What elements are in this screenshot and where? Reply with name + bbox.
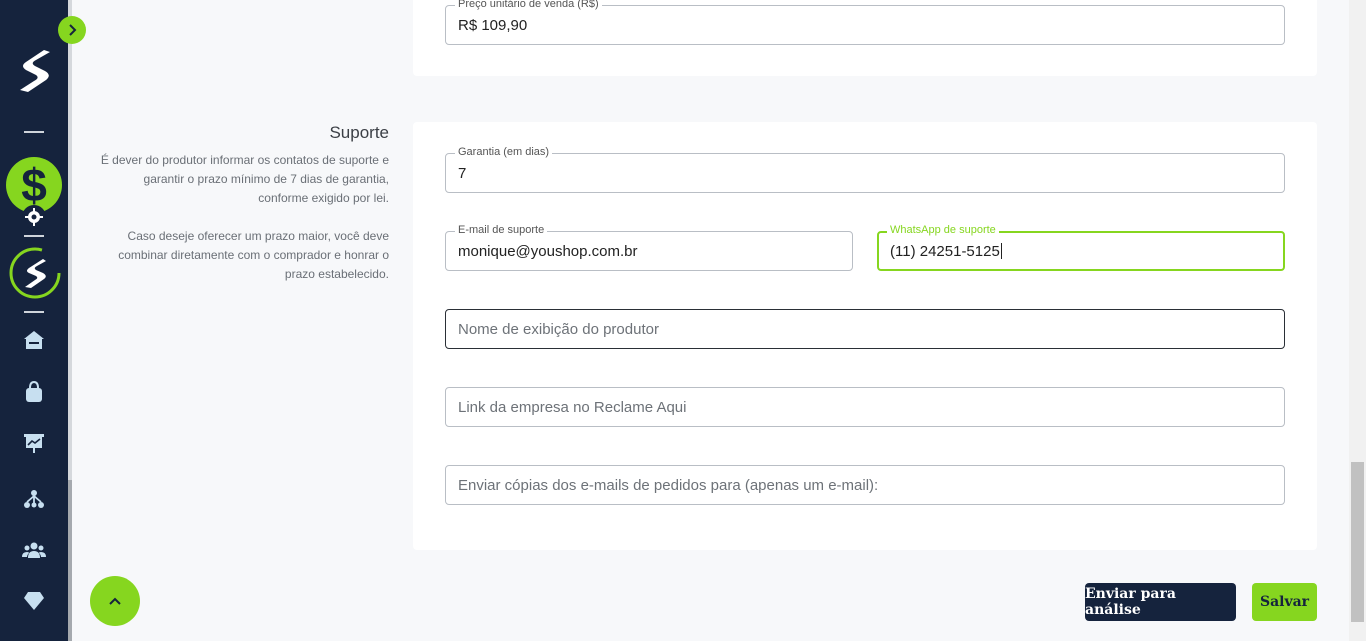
support-whatsapp-label: WhatsApp de suporte bbox=[887, 223, 999, 237]
support-whatsapp-field[interactable]: WhatsApp de suporte (11) 24251-5125 bbox=[877, 223, 1285, 271]
unit-price-value: R$ 109,90 bbox=[458, 16, 528, 34]
sidebar-divider bbox=[24, 311, 44, 313]
sidebar: $ bbox=[0, 0, 68, 641]
unit-price-field[interactable]: Preço unitário de venda (R$) R$ 109,90 bbox=[445, 0, 1285, 45]
brand-ring-icon[interactable] bbox=[8, 246, 62, 300]
reclame-aqui-link-placeholder: Link da empresa no Reclame Aqui bbox=[458, 398, 687, 416]
page-scrollbar[interactable] bbox=[1349, 0, 1366, 641]
shopping-bag-icon[interactable] bbox=[22, 380, 46, 404]
support-description-2: Caso deseje oferecer um prazo maior, voc… bbox=[118, 229, 389, 281]
diamond-icon[interactable] bbox=[22, 589, 46, 613]
unit-price-label: Preço unitário de venda (R$) bbox=[455, 0, 602, 11]
chevron-up-icon bbox=[109, 597, 121, 605]
support-section-title: Suporte bbox=[329, 123, 389, 142]
producer-display-name-placeholder: Nome de exibição do produtor bbox=[458, 320, 659, 338]
warranty-days-field[interactable]: Garantia (em dias) 7 bbox=[445, 145, 1285, 193]
brand-logo[interactable] bbox=[14, 48, 54, 94]
text-caret bbox=[1000, 243, 1002, 259]
sidebar-divider bbox=[24, 131, 44, 133]
network-icon[interactable] bbox=[22, 487, 46, 511]
scroll-to-top-button[interactable] bbox=[90, 576, 140, 626]
support-email-label: E-mail de suporte bbox=[455, 223, 548, 237]
presentation-chart-icon[interactable] bbox=[22, 431, 46, 455]
chevron-right-icon bbox=[69, 24, 77, 36]
users-icon[interactable] bbox=[22, 538, 46, 562]
sidebar-scrollbar[interactable] bbox=[68, 0, 72, 641]
support-email-value: monique@youshop.com.br bbox=[458, 242, 638, 260]
order-copies-email-input[interactable]: Enviar cópias dos e-mails de pedidos par… bbox=[445, 465, 1285, 505]
settings-gear-icon[interactable] bbox=[22, 205, 46, 229]
order-copies-email-placeholder: Enviar cópias dos e-mails de pedidos par… bbox=[458, 476, 879, 494]
warranty-days-label: Garantia (em dias) bbox=[455, 145, 553, 159]
sidebar-toggle-button[interactable] bbox=[58, 16, 86, 44]
support-whatsapp-value: (11) 24251-5125 bbox=[890, 242, 1000, 260]
reclame-aqui-link-input[interactable]: Link da empresa no Reclame Aqui bbox=[445, 387, 1285, 427]
warranty-days-value: 7 bbox=[458, 164, 467, 182]
sidebar-divider bbox=[24, 235, 44, 237]
scrollbar-thumb[interactable] bbox=[1351, 462, 1364, 622]
support-email-field[interactable]: E-mail de suporte monique@youshop.com.br bbox=[445, 223, 853, 271]
save-button[interactable]: Salvar bbox=[1252, 583, 1317, 621]
submit-for-review-button[interactable]: Enviar para análise bbox=[1085, 583, 1236, 621]
home-icon[interactable] bbox=[22, 328, 46, 352]
support-description-1: É dever do produtor informar os contatos… bbox=[100, 153, 389, 205]
producer-display-name-input[interactable]: Nome de exibição do produtor bbox=[445, 309, 1285, 349]
